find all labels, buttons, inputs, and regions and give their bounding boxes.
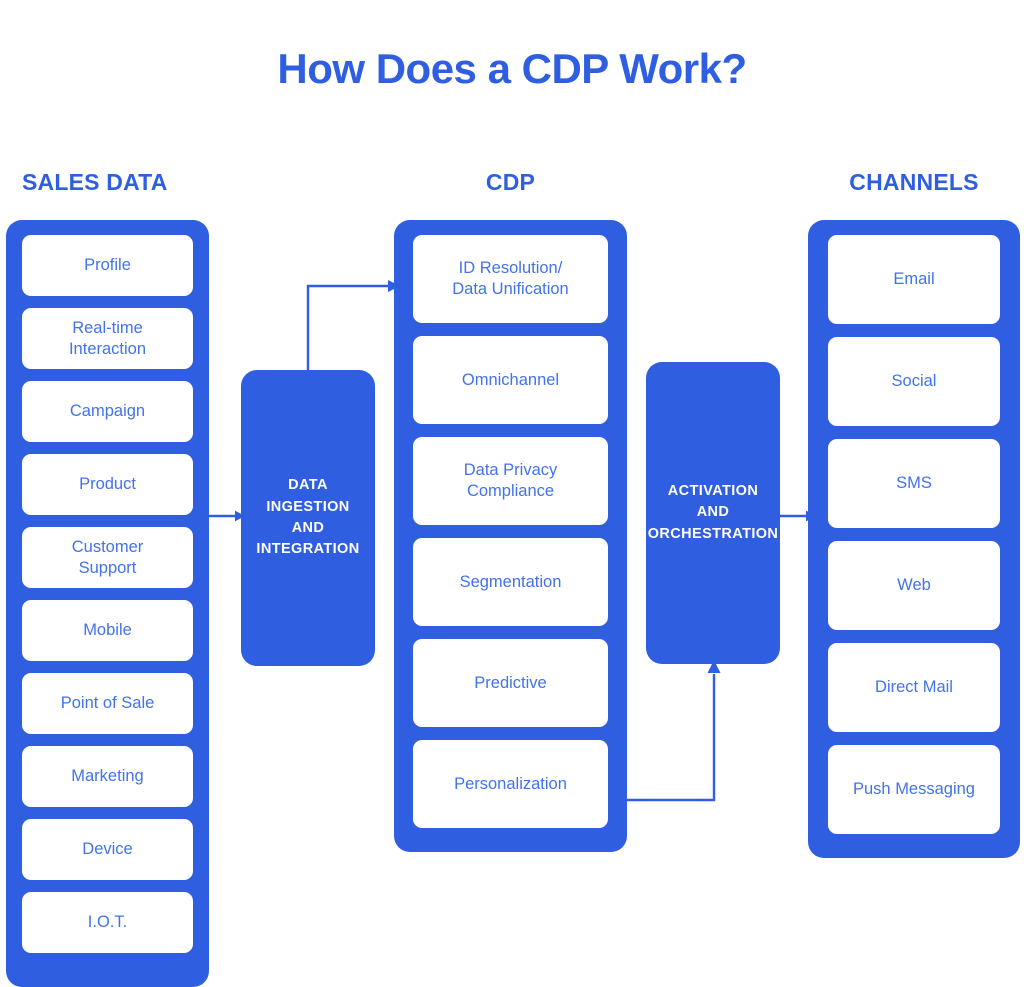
sales-data-item[interactable]: Real-time Interaction	[22, 308, 193, 369]
channels-stack: Email Social SMS Web Direct Mail Push Me…	[808, 220, 1020, 858]
arrow-activation-to-channels	[780, 510, 816, 522]
arrow-sales-data-to-ingestion	[209, 510, 245, 522]
sales-data-item[interactable]: Point of Sale	[22, 673, 193, 734]
sales-data-item[interactable]: Campaign	[22, 381, 193, 442]
process-block-data-ingestion-and-integration[interactable]: DATA INGESTION AND INTEGRATION	[241, 370, 375, 666]
sales-data-item[interactable]: Marketing	[22, 746, 193, 807]
column-header-sales-data: SALES DATA	[22, 169, 168, 195]
sales-data-stack: Profile Real-time Interaction Campaign P…	[6, 220, 209, 987]
sales-data-item[interactable]: I.O.T.	[22, 892, 193, 953]
column-header-channels: CHANNELS	[849, 169, 979, 195]
cdp-item[interactable]: Personalization	[413, 740, 608, 828]
cdp-stack: ID Resolution/ Data Unification Omnichan…	[394, 220, 627, 852]
sales-data-item[interactable]: Product	[22, 454, 193, 515]
sales-data-item[interactable]: Device	[22, 819, 193, 880]
channel-item[interactable]: SMS	[828, 439, 1000, 528]
channel-item[interactable]: Email	[828, 235, 1000, 324]
column-header-cdp: CDP	[485, 169, 536, 195]
cdp-item[interactable]: Segmentation	[413, 538, 608, 626]
channel-item[interactable]: Social	[828, 337, 1000, 426]
sales-data-item[interactable]: Profile	[22, 235, 193, 296]
sales-data-item[interactable]: Mobile	[22, 600, 193, 661]
channel-item[interactable]: Push Messaging	[828, 745, 1000, 834]
arrow-ingestion-to-cdp	[306, 280, 400, 376]
arrow-cdp-to-activation	[620, 660, 721, 802]
cdp-item[interactable]: ID Resolution/ Data Unification	[413, 235, 608, 323]
cdp-item[interactable]: Data Privacy Compliance	[413, 437, 608, 525]
cdp-item[interactable]: Omnichannel	[413, 336, 608, 424]
sales-data-item[interactable]: Customer Support	[22, 527, 193, 588]
channel-item[interactable]: Direct Mail	[828, 643, 1000, 732]
channel-item[interactable]: Web	[828, 541, 1000, 630]
page-title: How Does a CDP Work?	[277, 45, 747, 92]
cdp-item[interactable]: Predictive	[413, 639, 608, 727]
process-block-activation-and-orchestration[interactable]: ACTIVATION AND ORCHESTRATION	[646, 362, 780, 664]
